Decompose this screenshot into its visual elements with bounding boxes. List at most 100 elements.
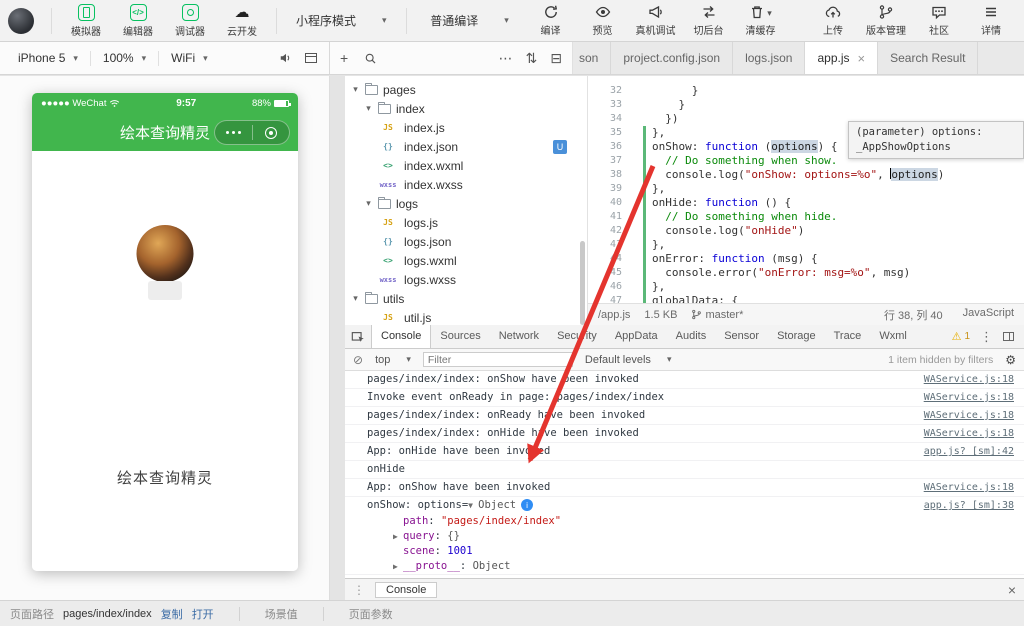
tree-file-logs.wxss[interactable]: wxss logs.wxss bbox=[345, 270, 587, 289]
console-source-link[interactable]: app.js? [sm]:38 bbox=[924, 499, 1014, 512]
dock-side-icon[interactable] bbox=[1003, 332, 1014, 341]
preview-button[interactable]: 预览 bbox=[578, 0, 628, 42]
caret-collapsed-icon[interactable]: ▶ bbox=[393, 530, 403, 543]
console-source-link[interactable]: WAService.js:18 bbox=[924, 427, 1014, 440]
console-source-link[interactable]: WAService.js:18 bbox=[924, 391, 1014, 404]
exit-button[interactable] bbox=[253, 126, 290, 139]
editor-button[interactable]: </> 编辑器 bbox=[113, 0, 163, 42]
user-avatar[interactable] bbox=[136, 225, 194, 282]
tab-console[interactable]: Console bbox=[371, 325, 432, 348]
detail-button[interactable]: 详情 bbox=[966, 0, 1016, 42]
user-avatar[interactable] bbox=[8, 7, 34, 34]
tab-sensor[interactable]: Sensor bbox=[715, 325, 768, 348]
console-object-property[interactable]: scene: 1001 bbox=[345, 544, 1024, 559]
tree-folder-pages[interactable]: ▾ pages bbox=[345, 80, 587, 99]
scene-value-label[interactable]: 场景值 bbox=[265, 606, 298, 622]
console-object-property[interactable]: path: "pages/index/index" bbox=[345, 514, 1024, 529]
tree-folder-index[interactable]: ▾ index bbox=[345, 99, 587, 118]
remote-debug-button[interactable]: 真机调试 bbox=[630, 0, 682, 42]
log-levels-dropdown[interactable]: Default levels ▾ bbox=[585, 354, 672, 366]
console-object-property[interactable]: ▶ query: {} bbox=[345, 529, 1024, 544]
tab-appdata[interactable]: AppData bbox=[606, 325, 667, 348]
tab-app-js[interactable]: app.js × bbox=[805, 42, 879, 74]
gear-icon[interactable]: ⚙ bbox=[1005, 353, 1016, 367]
compile-button[interactable]: 编译 bbox=[526, 0, 576, 42]
console-object-property[interactable]: ▶ __proto__: Object bbox=[345, 559, 1024, 575]
tree-file-index.wxss[interactable]: wxss index.wxss bbox=[345, 175, 587, 194]
simulator-button[interactable]: 模拟器 bbox=[61, 0, 111, 42]
tree-file-index.json[interactable]: {} index.json U bbox=[345, 137, 587, 156]
search-icon[interactable] bbox=[364, 52, 377, 65]
sound-icon[interactable] bbox=[279, 51, 293, 65]
warning-counter[interactable]: ⚠ 1 bbox=[952, 330, 970, 343]
tree-file-logs.js[interactable]: JS logs.js bbox=[345, 213, 587, 232]
more-options-icon[interactable]: ⋯ bbox=[499, 51, 513, 65]
tab-wxml[interactable]: Wxml bbox=[870, 325, 916, 348]
cloud-dev-button[interactable]: ☁ 云开发 bbox=[217, 0, 267, 42]
tab-logs-json[interactable]: logs.json bbox=[733, 42, 806, 74]
mode-dropdown[interactable]: 小程序模式 ▾ bbox=[286, 8, 397, 34]
inspect-element-icon[interactable] bbox=[351, 330, 365, 344]
cursor-position[interactable]: 行 38, 列 40 bbox=[884, 307, 943, 323]
drag-handle-icon[interactable]: ⋮ bbox=[353, 583, 365, 597]
tree-folder-logs[interactable]: ▾ logs bbox=[345, 194, 587, 213]
clear-cache-button[interactable]: ▾ 清缓存 bbox=[736, 0, 786, 42]
tab-app-json[interactable]: son bbox=[573, 42, 612, 74]
independent-window-icon[interactable] bbox=[305, 53, 317, 63]
tree-file-logs.json[interactable]: {} logs.json bbox=[345, 232, 587, 251]
tab-sources[interactable]: Sources bbox=[431, 325, 489, 348]
more-menu-button[interactable] bbox=[215, 130, 252, 135]
git-branch[interactable]: master* bbox=[691, 309, 743, 321]
caret-expanded-icon[interactable]: ▼ bbox=[468, 499, 478, 512]
close-icon[interactable]: × bbox=[858, 51, 866, 66]
tree-file-logs.wxml[interactable]: <> logs.wxml bbox=[345, 251, 587, 270]
clear-console-icon[interactable]: ⊘ bbox=[353, 353, 363, 367]
filter-input[interactable] bbox=[422, 352, 573, 367]
tab-security[interactable]: Security bbox=[548, 325, 606, 348]
tree-file-util.js[interactable]: JS util.js bbox=[345, 308, 587, 325]
info-icon[interactable]: i bbox=[521, 499, 534, 511]
context-dropdown[interactable]: top ▾ bbox=[375, 354, 411, 366]
sort-icon[interactable]: ⇅ bbox=[526, 51, 538, 65]
network-dropdown[interactable]: WiFi ▾ bbox=[159, 42, 220, 74]
cloud-dev-label: 云开发 bbox=[227, 26, 257, 38]
upload-button[interactable]: 上传 bbox=[808, 0, 858, 42]
switch-background-button[interactable]: 切后台 bbox=[684, 0, 734, 42]
tab-storage[interactable]: Storage bbox=[768, 325, 825, 348]
tab-search-result[interactable]: Search Result bbox=[878, 42, 979, 74]
cloud-icon: ☁ bbox=[234, 3, 250, 21]
code-text: console.log("onHide") bbox=[652, 224, 805, 237]
detail-label: 详情 bbox=[981, 26, 1001, 37]
tab-network[interactable]: Network bbox=[490, 325, 548, 348]
zoom-dropdown[interactable]: 100% ▾ bbox=[91, 42, 158, 74]
tree-folder-utils[interactable]: ▾ utils bbox=[345, 289, 587, 308]
caret-collapsed-icon[interactable]: ▶ bbox=[393, 560, 403, 573]
version-manage-button[interactable]: 版本管理 bbox=[860, 0, 912, 42]
tree-scrollbar[interactable] bbox=[580, 241, 585, 325]
tree-file-index.js[interactable]: JS index.js bbox=[345, 118, 587, 137]
community-button[interactable]: 社区 bbox=[914, 0, 964, 42]
mode-dropdown-value: 小程序模式 bbox=[296, 14, 357, 28]
console-source-link[interactable]: WAService.js:18 bbox=[924, 373, 1014, 386]
open-path-link[interactable]: 打开 bbox=[192, 606, 214, 622]
console-log-list[interactable]: pages/index/index: onShow have been invo… bbox=[345, 371, 1024, 578]
collapse-all-icon[interactable]: ⊟ bbox=[550, 51, 562, 65]
console-source-link[interactable]: app.js? [sm]:42 bbox=[924, 445, 1014, 458]
tab-trace[interactable]: Trace bbox=[825, 325, 871, 348]
close-icon[interactable]: × bbox=[1008, 582, 1016, 598]
console-footer-tab[interactable]: Console bbox=[375, 581, 438, 598]
page-params-label[interactable]: 页面参数 bbox=[349, 606, 393, 622]
debugger-button[interactable]: 调试器 bbox=[165, 0, 215, 42]
tab-audits[interactable]: Audits bbox=[667, 325, 716, 348]
console-source-link[interactable]: WAService.js:18 bbox=[924, 481, 1014, 494]
code-editor[interactable]: 32 } 33 } 34 }) 35}, 36 onShow: function (opt… bbox=[588, 76, 1024, 303]
tab-project-config-json[interactable]: project.config.json bbox=[611, 42, 734, 74]
tree-file-index.wxml[interactable]: <> index.wxml bbox=[345, 156, 587, 175]
console-source-link[interactable]: WAService.js:18 bbox=[924, 409, 1014, 422]
language-mode[interactable]: JavaScript bbox=[963, 307, 1014, 323]
kebab-menu-icon[interactable]: ⋮ bbox=[980, 329, 993, 345]
add-file-icon[interactable]: + bbox=[340, 51, 348, 65]
copy-path-link[interactable]: 复制 bbox=[161, 606, 183, 622]
compile-mode-dropdown[interactable]: 普通编译 ▾ bbox=[416, 8, 524, 34]
device-dropdown[interactable]: iPhone 5 ▾ bbox=[6, 42, 90, 74]
